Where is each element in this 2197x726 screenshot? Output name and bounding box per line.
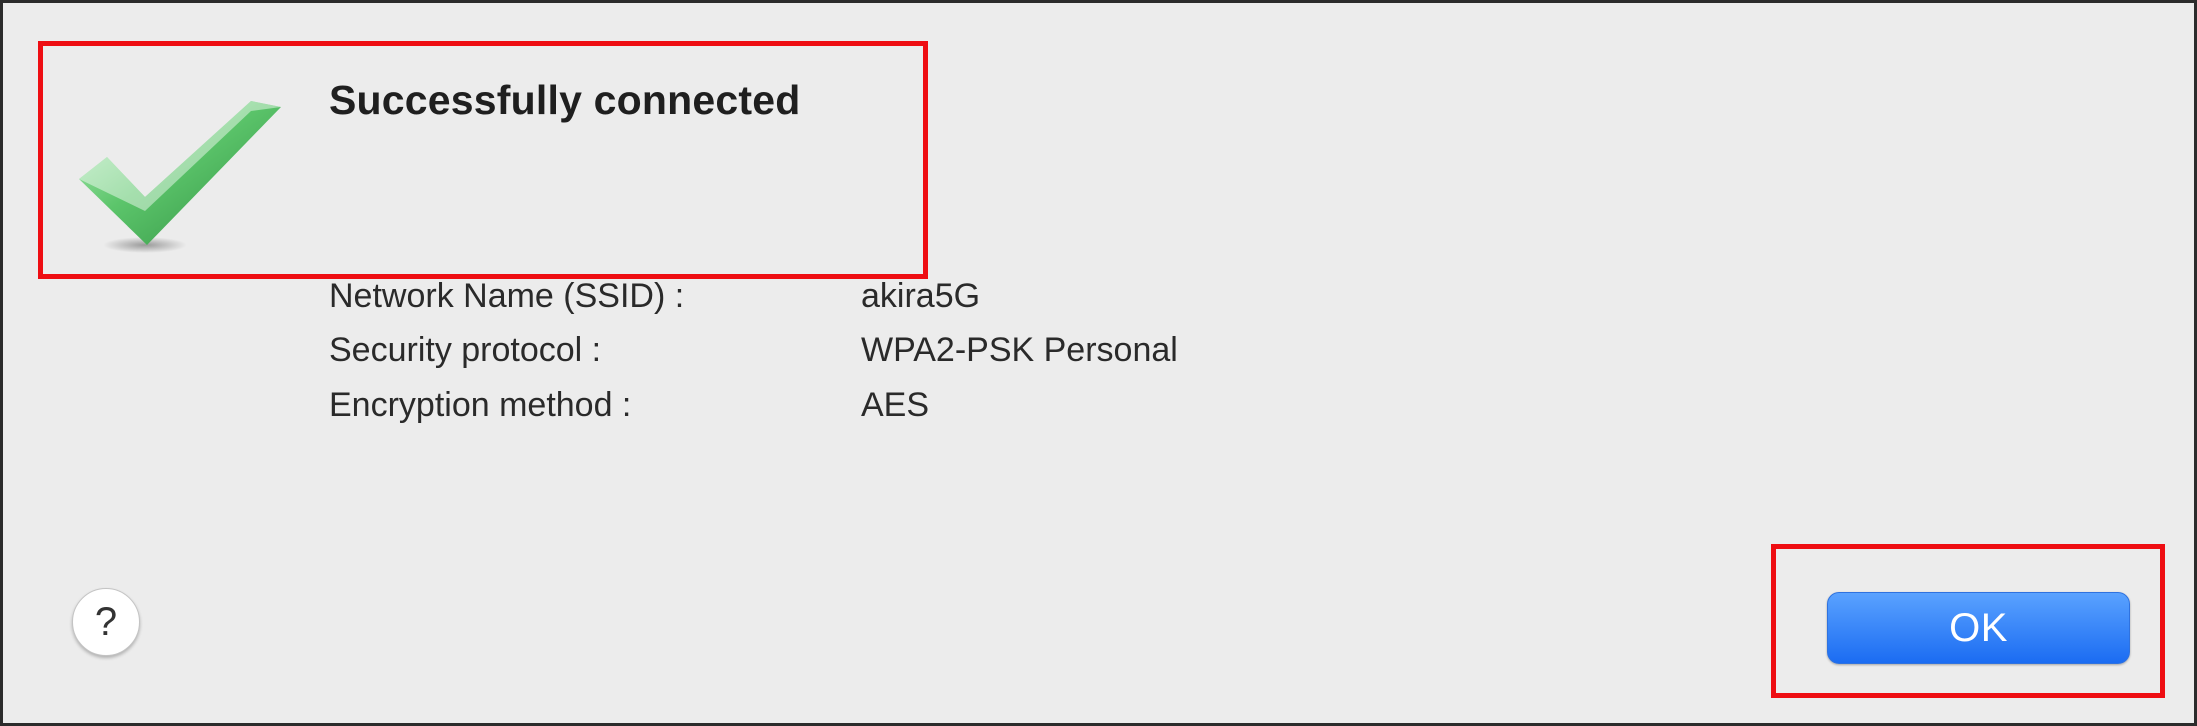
ssid-label: Network Name (SSID) : (329, 277, 685, 315)
detail-row-security: Security protocol : WPA2-PSK Personal (329, 331, 1329, 381)
security-value: WPA2-PSK Personal (861, 331, 1178, 369)
checkmark-icon (79, 101, 281, 253)
ssid-value: akira5G (861, 277, 981, 315)
dialog-title: Successfully connected (329, 77, 801, 123)
detail-row-ssid: Network Name (SSID) : akira5G (329, 277, 1329, 327)
detail-row-encryption: Encryption method : AES (329, 386, 1329, 436)
help-button[interactable]: ? (72, 588, 140, 656)
connection-success-dialog: Successfully connected Network Name (SSI… (0, 0, 2197, 726)
encryption-label: Encryption method : (329, 386, 632, 424)
security-label: Security protocol : (329, 331, 602, 369)
ok-button[interactable]: OK (1827, 592, 2130, 664)
encryption-value: AES (861, 386, 930, 424)
